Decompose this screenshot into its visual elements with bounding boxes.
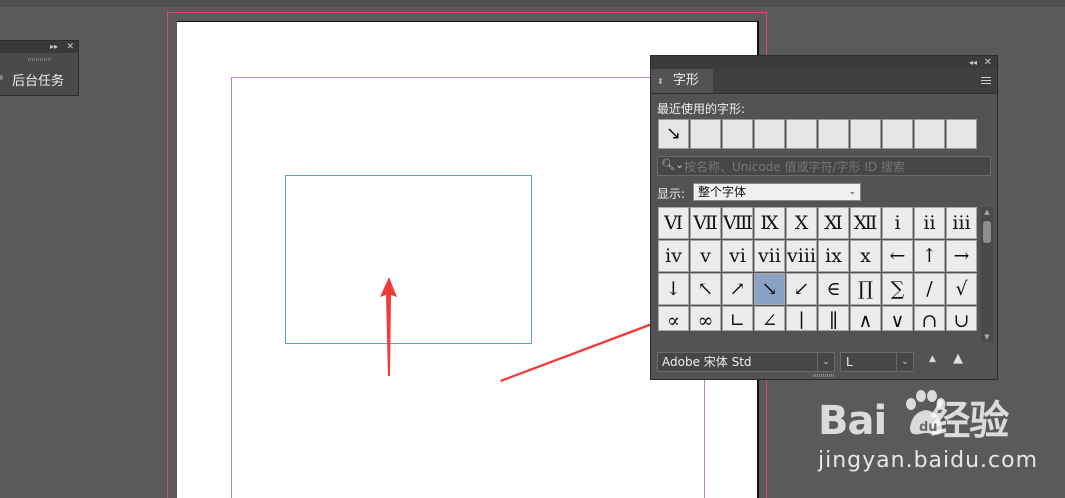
baidu-paw-icon: du bbox=[906, 390, 946, 435]
up-arrow-annotation-icon bbox=[380, 277, 397, 376]
baidu-jingyan-watermark: Bai 经验 du jingyan.baidu.com bbox=[818, 386, 1058, 476]
glyph-cell[interactable]: ∣ bbox=[786, 306, 817, 331]
font-style-value: L bbox=[846, 355, 853, 369]
glyph-cell[interactable]: ⅹ bbox=[850, 240, 881, 272]
glyph-cell[interactable]: ∈ bbox=[818, 273, 849, 305]
glyphs-panel-titlebar[interactable]: ◂◂ ✕ bbox=[651, 56, 997, 69]
glyph-cell[interactable]: ⅵ bbox=[722, 240, 753, 272]
font-style-dropdown[interactable]: L ⌄ bbox=[840, 352, 914, 372]
search-icon[interactable]: 🔍︎⌄ bbox=[661, 158, 684, 171]
scrollbar-thumb[interactable] bbox=[983, 221, 991, 243]
glyph-cell[interactable]: ⅰ bbox=[882, 207, 913, 239]
watermark-url: jingyan.baidu.com bbox=[818, 448, 1039, 473]
glyph-cell[interactable]: ⅴ bbox=[690, 240, 721, 272]
chevron-down-icon: ⌄ bbox=[817, 353, 834, 371]
glyph-cell[interactable]: ∟ bbox=[722, 306, 753, 331]
glyph-cell[interactable]: ∪ bbox=[946, 306, 977, 331]
glyphs-panel: ◂◂ ✕ ⬍ 字形 最近使用的字形: ↘ 🔍︎⌄ 显示: 整个字体 ⌄ ⅥⅦⅧⅨ… bbox=[650, 55, 998, 380]
glyph-grid-scrollbar[interactable]: ▲ ▼ bbox=[981, 207, 993, 342]
glyph-row: ⅳ ⅴ ⅵ ⅶ ⅷ ⅸ ⅹ ← ↑ → bbox=[658, 240, 978, 273]
recent-glyph-cell[interactable] bbox=[754, 119, 785, 149]
chevron-down-icon: ⌄ bbox=[848, 187, 856, 197]
recent-glyph-cell[interactable] bbox=[850, 119, 881, 149]
panel-menu-icon[interactable] bbox=[981, 77, 991, 85]
glyph-row: ↓ ↖ ↗ ↘ ↙ ∈ ∏ ∑ ∕ √ bbox=[658, 273, 978, 306]
recent-glyph-cell[interactable] bbox=[818, 119, 849, 149]
glyph-cell[interactable]: Ⅹ bbox=[786, 207, 817, 239]
glyph-cell[interactable]: ↓ bbox=[658, 273, 689, 305]
chevron-down-icon: ⌄ bbox=[896, 353, 913, 371]
panel-grip[interactable] bbox=[813, 374, 835, 377]
recent-glyphs-label: 最近使用的字形: bbox=[657, 102, 746, 116]
glyph-cell[interactable]: Ⅺ bbox=[818, 207, 849, 239]
glyph-search-input[interactable] bbox=[682, 158, 986, 176]
glyph-cell[interactable]: ∏ bbox=[850, 273, 881, 305]
glyph-search: 🔍︎⌄ bbox=[657, 156, 991, 176]
recent-glyph-cell[interactable] bbox=[882, 119, 913, 149]
recent-glyph-cell[interactable] bbox=[914, 119, 945, 149]
glyph-cell[interactable]: Ⅶ bbox=[690, 207, 721, 239]
glyph-grid: Ⅵ Ⅶ Ⅷ Ⅸ Ⅹ Ⅺ Ⅻⅰ ⅱ ⅲ ⅳ ⅴ ⅵ ⅶ ⅷ ⅸ ⅹ ← ↑ → ↓ ↖ ↗ ↘ ↙ ∈ ∏ ∑ ∕ √ ∝ ∞ ∟ ∠ ∣ ∥ ∧ ∨ ∩ ∪ bbox=[658, 207, 978, 339]
glyph-cell[interactable]: ∥ bbox=[818, 306, 849, 331]
glyph-cell[interactable]: Ⅷ bbox=[722, 207, 753, 239]
glyph-cell[interactable]: ↑ bbox=[914, 240, 945, 272]
glyph-row: ⅥⅦⅧⅨⅩⅪⅫⅰⅱⅲ bbox=[658, 207, 978, 240]
recent-glyphs-grid: ↘ bbox=[658, 119, 978, 149]
glyph-cell[interactable]: ↙ bbox=[786, 273, 817, 305]
glyph-cell[interactable]: → bbox=[946, 240, 977, 272]
glyph-cell[interactable]: ↖ bbox=[690, 273, 721, 305]
show-label: 显示: bbox=[657, 187, 686, 201]
glyph-cell[interactable]: Ⅵ bbox=[658, 207, 689, 239]
updown-arrows-icon: ⬍ bbox=[657, 77, 664, 86]
glyph-cell[interactable]: ⅷ bbox=[786, 240, 817, 272]
glyph-cell[interactable]: ∩ bbox=[914, 306, 945, 331]
zoom-out-icon[interactable]: ▲ bbox=[929, 354, 936, 364]
recent-glyph-cell[interactable]: ↘ bbox=[658, 119, 689, 149]
glyph-cell[interactable]: Ⅻ bbox=[850, 207, 881, 239]
tab-glyphs-label: 字形 bbox=[672, 73, 699, 88]
glyph-cell[interactable]: ⅳ bbox=[658, 240, 689, 272]
glyph-cell[interactable]: ∑ bbox=[882, 273, 913, 305]
watermark-brand-bai: Bai bbox=[818, 398, 887, 444]
glyph-cell[interactable]: ↗ bbox=[722, 273, 753, 305]
font-family-dropdown[interactable]: Adobe 宋体 Std ⌄ bbox=[657, 352, 835, 372]
font-family-value: Adobe 宋体 Std bbox=[662, 355, 752, 369]
show-dropdown[interactable]: 整个字体 ⌄ bbox=[693, 183, 861, 201]
glyph-cell[interactable]: ∠ bbox=[754, 306, 785, 331]
show-dropdown-value: 整个字体 bbox=[698, 185, 747, 199]
scroll-up-icon[interactable]: ▲ bbox=[981, 207, 993, 217]
glyph-cell[interactable]: ∨ bbox=[882, 306, 913, 331]
glyph-cell[interactable]: ⅲ bbox=[946, 207, 977, 239]
glyph-cell[interactable]: ← bbox=[882, 240, 913, 272]
glyph-row: ∝ ∞ ∟ ∠ ∣ ∥ ∧ ∨ ∩ ∪ bbox=[658, 306, 978, 339]
glyph-cell[interactable]: ∝ bbox=[658, 306, 689, 331]
recent-glyph-cell[interactable] bbox=[946, 119, 977, 149]
glyph-cell[interactable]: ∧ bbox=[850, 306, 881, 331]
close-panel-icon[interactable]: ✕ bbox=[984, 56, 992, 69]
glyph-cell[interactable]: ⅶ bbox=[754, 240, 785, 272]
glyph-cell[interactable]: √ bbox=[946, 273, 977, 305]
tab-glyphs[interactable]: ⬍ 字形 bbox=[651, 69, 713, 93]
glyph-cell[interactable]: ⅸ bbox=[818, 240, 849, 272]
glyph-cell[interactable]: Ⅸ bbox=[754, 207, 785, 239]
glyph-cell[interactable]: ∞ bbox=[690, 306, 721, 331]
glyphs-panel-tabbar: ⬍ 字形 bbox=[651, 69, 997, 94]
collapse-panel-icon[interactable]: ◂◂ bbox=[969, 56, 977, 69]
glyph-cell[interactable]: ⅱ bbox=[914, 207, 945, 239]
recent-glyph-cell[interactable] bbox=[690, 119, 721, 149]
recent-glyph-cell[interactable] bbox=[722, 119, 753, 149]
glyph-cell[interactable]: ∕ bbox=[914, 273, 945, 305]
svg-text:du: du bbox=[919, 420, 938, 435]
recent-glyph-cell[interactable] bbox=[786, 119, 817, 149]
glyph-cell-selected[interactable]: ↘ bbox=[754, 273, 785, 305]
zoom-in-icon[interactable]: ▲ bbox=[953, 351, 963, 366]
scroll-down-icon[interactable]: ▼ bbox=[981, 332, 993, 342]
